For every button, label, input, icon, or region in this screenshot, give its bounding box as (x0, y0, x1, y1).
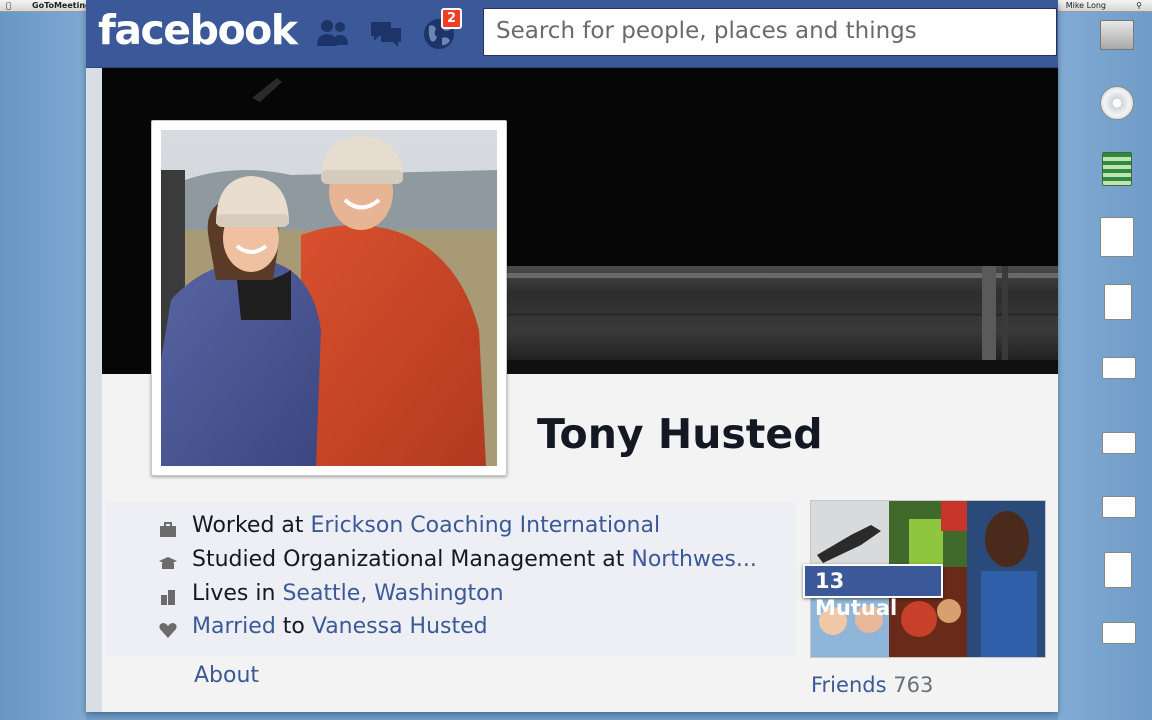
friends-count: 763 (893, 673, 934, 697)
school-link[interactable]: Northwes... (631, 547, 757, 572)
relationship-link[interactable]: Married (192, 614, 276, 639)
screenshot-icon[interactable] (1102, 357, 1136, 379)
notifications-badge: 2 (440, 8, 462, 29)
desktop-left (0, 12, 86, 720)
messages-icon[interactable] (367, 14, 405, 52)
friend-requests-icon[interactable] (314, 14, 352, 52)
profile-name[interactable]: Tony Husted (537, 410, 823, 458)
location-info: Lives in Seattle, Washington (192, 581, 504, 606)
notifications-icon[interactable]: 2 (420, 8, 462, 52)
screenshot-icon[interactable] (1102, 432, 1136, 454)
about-link[interactable]: About (194, 663, 259, 688)
apple-icon[interactable]:  (6, 0, 11, 12)
education-info: Studied Organizational Management at Nor… (192, 547, 757, 572)
menubar-user-name[interactable]: Mike Long (1066, 0, 1106, 12)
profile-picture[interactable] (151, 120, 507, 476)
spouse-link[interactable]: Vanessa Husted (312, 614, 488, 639)
hard-drive-icon[interactable] (1100, 20, 1134, 50)
spotlight-icon[interactable]: ⚲ (1136, 0, 1142, 12)
document-icon[interactable] (1100, 217, 1134, 257)
screenshot-icon[interactable] (1102, 622, 1136, 644)
friends-link[interactable]: Friends 763 (811, 673, 933, 697)
education-icon (159, 557, 177, 569)
relationship-info: Married to Vanessa Husted (192, 614, 488, 639)
search-input[interactable]: Search for people, places and things (483, 8, 1057, 56)
facebook-logo[interactable]: facebook (98, 6, 298, 54)
home-icon (161, 590, 175, 605)
work-info: Worked at Erickson Coaching Internationa… (192, 513, 661, 538)
spreadsheet-icon[interactable] (1102, 152, 1132, 186)
heart-icon (159, 623, 177, 638)
menubar-app-name[interactable]: GoToMeeting (32, 0, 91, 12)
desktop-right (1058, 12, 1152, 720)
profile-info-box: Worked at Erickson Coaching Internationa… (106, 502, 796, 656)
facebook-topbar: facebook 2 Search for people, places and… (86, 0, 1058, 68)
browser-window: facebook 2 Search for people, places and… (86, 0, 1058, 712)
pdf-icon[interactable] (1104, 284, 1132, 320)
profile-photo-image (161, 130, 497, 466)
document-icon[interactable] (1104, 552, 1132, 588)
screenshot-icon[interactable] (1102, 496, 1136, 518)
mutual-friends-badge[interactable]: 13 Mutual (803, 564, 943, 620)
location-link[interactable]: Seattle, Washington (282, 581, 503, 606)
work-link[interactable]: Erickson Coaching International (311, 513, 661, 538)
dvd-icon[interactable] (1100, 86, 1134, 120)
briefcase-icon (160, 522, 176, 537)
page-left-edge (86, 68, 102, 712)
